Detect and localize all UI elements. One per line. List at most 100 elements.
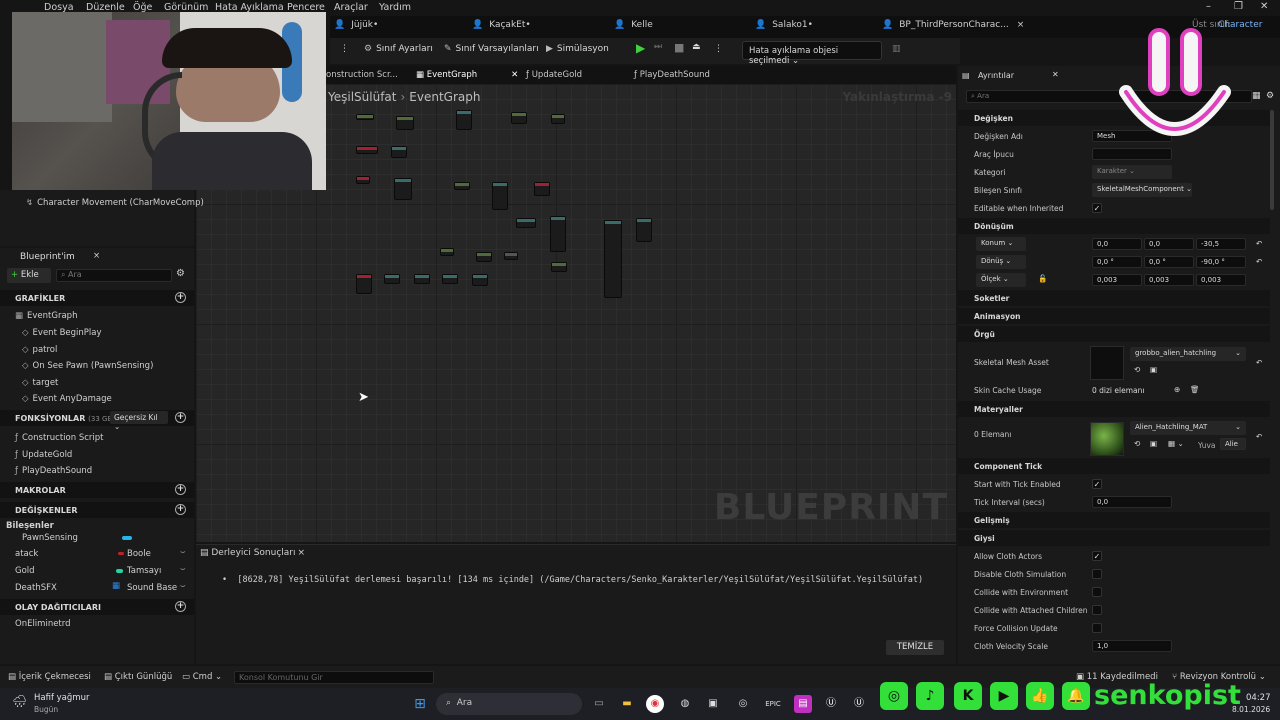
close-tab-icon[interactable]: ✕ <box>511 70 518 80</box>
unreal-icon[interactable]: Ⓤ <box>822 695 840 713</box>
reset-icon[interactable]: ↶ <box>1256 257 1262 266</box>
section-macros[interactable]: MAKROLAR + <box>0 482 194 498</box>
doc-tab-jujuk[interactable]: 👤 Jüjük• <box>334 20 378 30</box>
task-view-icon[interactable]: ▭ <box>590 695 608 713</box>
settings-gear-icon[interactable]: ⚙ <box>176 268 185 279</box>
menu-help[interactable]: Yardım <box>379 2 411 13</box>
graph-node[interactable] <box>384 274 400 284</box>
browse-icon[interactable]: ⟲ <box>1134 439 1140 448</box>
slot-field[interactable]: Alie <box>1220 438 1246 450</box>
reset-icon[interactable]: ↶ <box>1256 239 1262 248</box>
folder-icon[interactable]: ▣ <box>1150 439 1157 448</box>
dispatcher-oneliminetrd[interactable]: OnEliminetrd <box>15 619 71 629</box>
toolbar-menu-icon[interactable]: ⋮ <box>340 44 349 54</box>
function-item-updategold[interactable]: ƒ UpdateGold <box>15 450 72 460</box>
menu-tools[interactable]: Araçlar <box>334 2 368 13</box>
allow-cloth-checkbox[interactable]: ✓ <box>1092 551 1102 561</box>
section-cloth[interactable]: Giysi <box>958 530 1270 546</box>
doc-tab-kacaket[interactable]: 👤 KaçakEt• <box>472 20 531 30</box>
grid-options-icon[interactable]: ▦ ⌄ <box>1168 439 1184 448</box>
graph-node[interactable] <box>472 274 488 286</box>
clear-button[interactable]: TEMİZLE <box>886 640 944 655</box>
tick-interval-field[interactable]: 0,0 <box>1092 496 1172 508</box>
graph-node[interactable] <box>604 220 622 298</box>
stop-icon[interactable]: ■ <box>674 41 684 54</box>
force-collision-checkbox[interactable] <box>1092 623 1102 633</box>
editable-inherited-checkbox[interactable]: ✓ <box>1092 203 1102 213</box>
rotation-x[interactable]: 0,0 ° <box>1092 256 1142 268</box>
class-defaults-button[interactable]: ✎ Sınıf Varsayılanları <box>444 44 539 54</box>
variable-pawnsensing[interactable]: PawnSensing <box>22 533 78 543</box>
doc-tab-bp-thirdperson[interactable]: 👤 BP_ThirdPersonCharac... × <box>882 20 1024 30</box>
graph-node[interactable] <box>550 216 566 252</box>
scale-z[interactable]: 0,003 <box>1196 274 1246 286</box>
add-variable-icon[interactable]: + <box>175 504 186 515</box>
section-sockets[interactable]: Soketler <box>958 290 1270 306</box>
add-dispatcher-icon[interactable]: + <box>175 601 186 612</box>
add-macro-icon[interactable]: + <box>175 484 186 495</box>
scale-y[interactable]: 0,003 <box>1144 274 1194 286</box>
close-tab-icon[interactable]: × <box>298 548 306 558</box>
content-drawer-button[interactable]: ▤ İçerik Çekmecesi <box>8 672 91 682</box>
graph-node[interactable] <box>534 182 550 196</box>
components-category[interactable]: Bileşenler <box>6 521 54 531</box>
location-z[interactable]: -30,5 <box>1196 238 1246 250</box>
graph-node[interactable] <box>396 116 414 130</box>
graph-item-eventgraph[interactable]: ▦ EventGraph <box>15 311 77 321</box>
close-panel-icon[interactable]: ✕ <box>1052 70 1059 79</box>
section-component-tick[interactable]: Component Tick <box>958 458 1270 474</box>
graph-item-target[interactable]: ◇ target <box>22 378 58 388</box>
graph-node[interactable] <box>391 146 407 158</box>
table-view-icon[interactable]: ▦ <box>1252 91 1261 101</box>
compiler-results-tab[interactable]: ▤ Derleyici Sonuçları × <box>200 548 305 558</box>
cmd-dropdown[interactable]: ▭ Cmd ⌄ <box>182 672 222 682</box>
location-x[interactable]: 0,0 <box>1092 238 1142 250</box>
file-explorer-icon[interactable]: ▬ <box>618 695 636 713</box>
find-icon[interactable]: ▥ <box>892 44 901 54</box>
search-input[interactable]: ⌕ Ara <box>56 269 172 282</box>
details-scrollbar[interactable] <box>1270 110 1274 210</box>
eject-icon[interactable]: ⏏ <box>692 42 701 52</box>
variable-atack-type[interactable]: Boole <box>127 549 151 559</box>
graph-node[interactable] <box>492 182 508 210</box>
tab-playdeathsound[interactable]: ƒ PlayDeathSound <box>634 70 710 80</box>
reset-icon[interactable]: ↶ <box>1256 358 1262 367</box>
scale-dropdown[interactable]: Ölçek ⌄ <box>976 273 1026 287</box>
browse-icon[interactable]: ⟲ <box>1134 365 1140 374</box>
steam-icon[interactable]: ◎ <box>734 695 752 713</box>
collide-env-checkbox[interactable] <box>1092 587 1102 597</box>
start-tick-checkbox[interactable]: ✓ <box>1092 479 1102 489</box>
app-icon[interactable]: ◍ <box>676 695 694 713</box>
function-item-construction[interactable]: ƒ Construction Script <box>15 433 103 443</box>
app-icon[interactable]: ▤ <box>794 695 812 713</box>
toolbar-more-icon[interactable]: ⋮ <box>714 44 723 54</box>
add-button[interactable]: + Ekle <box>7 268 51 283</box>
minimize-icon[interactable]: – <box>1206 1 1211 12</box>
override-dropdown[interactable]: Geçersiz Kıl ⌄ <box>110 411 168 431</box>
graph-node[interactable] <box>454 182 470 190</box>
tooltip-field[interactable] <box>1092 148 1172 160</box>
weather-text[interactable]: Hafif yağmur <box>34 693 89 703</box>
eye-icon[interactable]: ⌣ <box>180 564 186 574</box>
debug-object-select[interactable]: Hata ayıklama objesi seçilmedi ⌄ <box>742 41 882 66</box>
scale-x[interactable]: 0,003 <box>1092 274 1142 286</box>
variable-deathsfx[interactable]: DeathSFX <box>15 583 57 593</box>
graph-node[interactable] <box>511 112 527 124</box>
class-settings-button[interactable]: ⚙ Sınıf Ayarları <box>364 44 433 54</box>
graph-node[interactable] <box>414 274 430 284</box>
add-graph-icon[interactable]: + <box>175 292 186 303</box>
variable-gold[interactable]: Gold <box>15 566 35 576</box>
rotation-z[interactable]: -90,0 ° <box>1196 256 1246 268</box>
location-y[interactable]: 0,0 <box>1144 238 1194 250</box>
location-dropdown[interactable]: Konum ⌄ <box>976 237 1026 251</box>
section-animation[interactable]: Animasyon <box>958 308 1270 324</box>
mesh-thumbnail[interactable] <box>1090 346 1124 380</box>
collide-children-checkbox[interactable] <box>1092 605 1102 615</box>
close-window-icon[interactable]: ✕ <box>1260 1 1268 12</box>
section-graphs[interactable]: GRAFİKLER + <box>0 290 194 306</box>
graph-node[interactable] <box>394 178 412 200</box>
tab-eventgraph[interactable]: ▦ EventGraph ✕ <box>416 70 518 80</box>
section-event-dispatchers[interactable]: OLAY DAĞITICILARI + <box>0 599 194 615</box>
taskbar-search[interactable]: ⌕ Ara <box>436 693 582 715</box>
graph-node[interactable] <box>356 176 370 184</box>
